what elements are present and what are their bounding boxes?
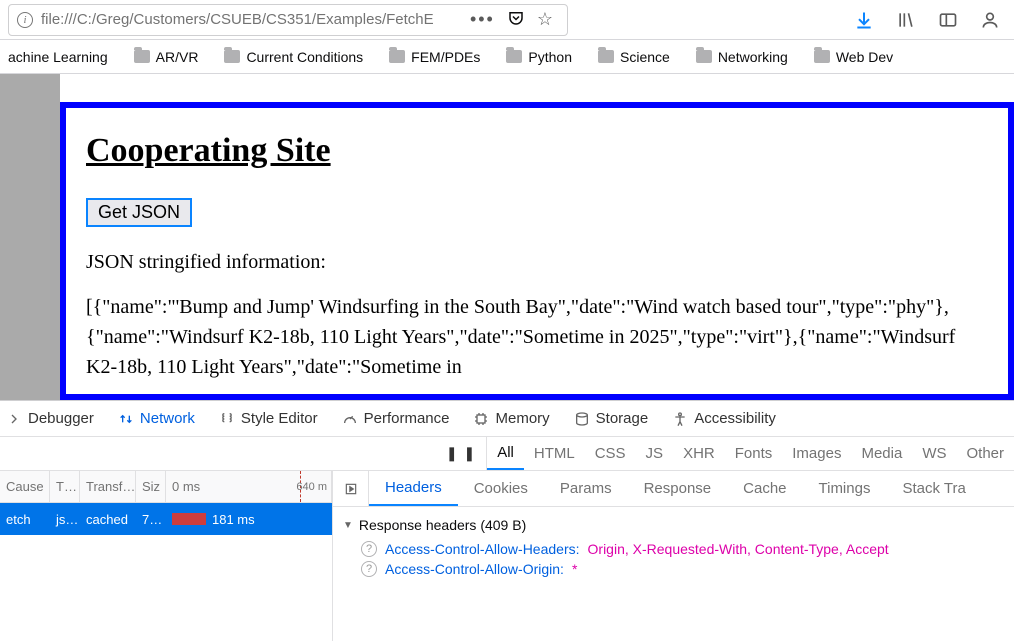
viewport-edge [0,74,60,400]
header-row: ? Access-Control-Allow-Origin: * [343,559,1004,579]
bookmark-label: AR/VR [156,49,199,65]
folder-icon [224,50,240,63]
filter-all[interactable]: All [487,437,524,470]
help-icon[interactable]: ? [361,541,377,557]
bookmarks-bar: achine Learning AR/VR Current Conditions… [0,40,1014,74]
details-tab-cookies[interactable]: Cookies [458,471,544,506]
bookmark-star-icon[interactable]: ☆ [531,9,559,30]
filter-css[interactable]: CSS [585,437,636,470]
bookmark-folder[interactable]: achine Learning [2,45,114,69]
tab-accessibility[interactable]: Accessibility [672,410,776,427]
header-name: Access-Control-Allow-Headers: [385,541,580,557]
tab-style-editor[interactable]: Style Editor [219,410,318,427]
folder-icon [506,50,522,63]
col-type[interactable]: T… [50,471,80,502]
bookmark-label: FEM/PDEs [411,49,480,65]
request-details: Headers Cookies Params Response Cache Ti… [333,471,1014,641]
network-filter-bar: ❚ ❚ All HTML CSS JS XHR Fonts Images Med… [0,437,1014,471]
details-tab-timings[interactable]: Timings [803,471,887,506]
col-waterfall[interactable]: 0 ms 640 m [166,471,332,502]
details-tabbar: Headers Cookies Params Response Cache Ti… [333,471,1014,507]
get-json-button[interactable]: Get JSON [86,198,192,227]
network-table: Cause T… Transf… Siz 0 ms 640 m etch js…… [0,471,333,641]
folder-icon [389,50,405,63]
header-row: ? Access-Control-Allow-Headers: Origin, … [343,539,1004,559]
bookmark-folder[interactable]: Networking [690,45,794,69]
page-title: Cooperating Site [86,132,988,170]
folder-icon [598,50,614,63]
details-tab-stack[interactable]: Stack Tra [886,471,981,506]
details-tab-headers[interactable]: Headers [369,471,458,506]
page-actions-icon[interactable]: ••• [464,9,501,30]
filter-other[interactable]: Other [956,437,1014,470]
filter-html[interactable]: HTML [524,437,585,470]
filter-ws[interactable]: WS [912,437,956,470]
filter-fonts[interactable]: Fonts [725,437,783,470]
devtools-tabbar: Debugger Network Style Editor Performanc… [0,401,1014,437]
tab-network[interactable]: Network [118,410,195,427]
network-table-header: Cause T… Transf… Siz 0 ms 640 m [0,471,332,503]
downloads-icon[interactable] [854,10,874,30]
headers-body: ▼ Response headers (409 B) ? Access-Cont… [333,507,1014,587]
bookmark-label: Web Dev [836,49,893,65]
tab-debugger[interactable]: Debugger [6,410,94,427]
json-subhead: JSON stringified information: [86,251,988,274]
filter-js[interactable]: JS [636,437,674,470]
col-cause[interactable]: Cause [0,471,50,502]
filter-images[interactable]: Images [782,437,851,470]
col-size[interactable]: Siz [136,471,166,502]
details-tab-response[interactable]: Response [628,471,728,506]
folder-icon [696,50,712,63]
details-tab-cache[interactable]: Cache [727,471,802,506]
bookmark-folder[interactable]: Web Dev [808,45,899,69]
library-icon[interactable] [896,10,916,30]
help-icon[interactable]: ? [361,561,377,577]
bookmark-label: achine Learning [8,49,108,65]
bookmark-label: Science [620,49,670,65]
filter-media[interactable]: Media [851,437,912,470]
page-content: Cooperating Site Get JSON JSON stringifi… [60,102,1014,400]
bookmark-label: Current Conditions [246,49,363,65]
details-tab-params[interactable]: Params [544,471,628,506]
filter-xhr[interactable]: XHR [673,437,725,470]
col-transferred[interactable]: Transf… [80,471,136,502]
tab-storage[interactable]: Storage [574,410,649,427]
folder-icon [814,50,830,63]
bookmark-label: Networking [718,49,788,65]
timing-bar [172,513,206,525]
devtools-panel: Debugger Network Style Editor Performanc… [0,400,1014,641]
url-bar[interactable]: i file:///C:/Greg/Customers/CSUEB/CS351/… [8,4,568,36]
bookmark-folder[interactable]: Current Conditions [218,45,369,69]
browser-urlbar-row: i file:///C:/Greg/Customers/CSUEB/CS351/… [0,0,1014,40]
network-request-row[interactable]: etch js… cached 7… 181 ms [0,503,332,535]
disclosure-triangle-icon[interactable]: ▼ [343,520,353,531]
bookmark-folder[interactable]: FEM/PDEs [383,45,486,69]
bookmark-folder[interactable]: Science [592,45,676,69]
page-viewport: Cooperating Site Get JSON JSON stringifi… [0,74,1014,400]
response-headers-section[interactable]: ▼ Response headers (409 B) [343,517,1004,533]
bookmark-folder[interactable]: AR/VR [128,45,205,69]
account-icon[interactable] [980,10,1000,30]
folder-icon [134,50,150,63]
sidebar-icon[interactable] [938,10,958,30]
json-dump-text: [{"name":"'Bump and Jump' Windsurfing in… [86,292,988,382]
toggle-raw-icon[interactable] [333,471,369,506]
header-name: Access-Control-Allow-Origin: [385,561,564,577]
pocket-icon[interactable] [501,9,531,30]
bookmark-folder[interactable]: Python [500,45,578,69]
pause-button[interactable]: ❚ ❚ [436,437,487,470]
tab-memory[interactable]: Memory [473,410,549,427]
tab-performance[interactable]: Performance [342,410,450,427]
url-text: file:///C:/Greg/Customers/CSUEB/CS351/Ex… [41,11,434,28]
site-info-icon[interactable]: i [17,12,33,28]
header-value: Origin, X-Requested-With, Content-Type, … [588,541,889,557]
header-value: * [572,561,577,577]
bookmark-label: Python [528,49,572,65]
toolbar-icons [854,10,1006,30]
